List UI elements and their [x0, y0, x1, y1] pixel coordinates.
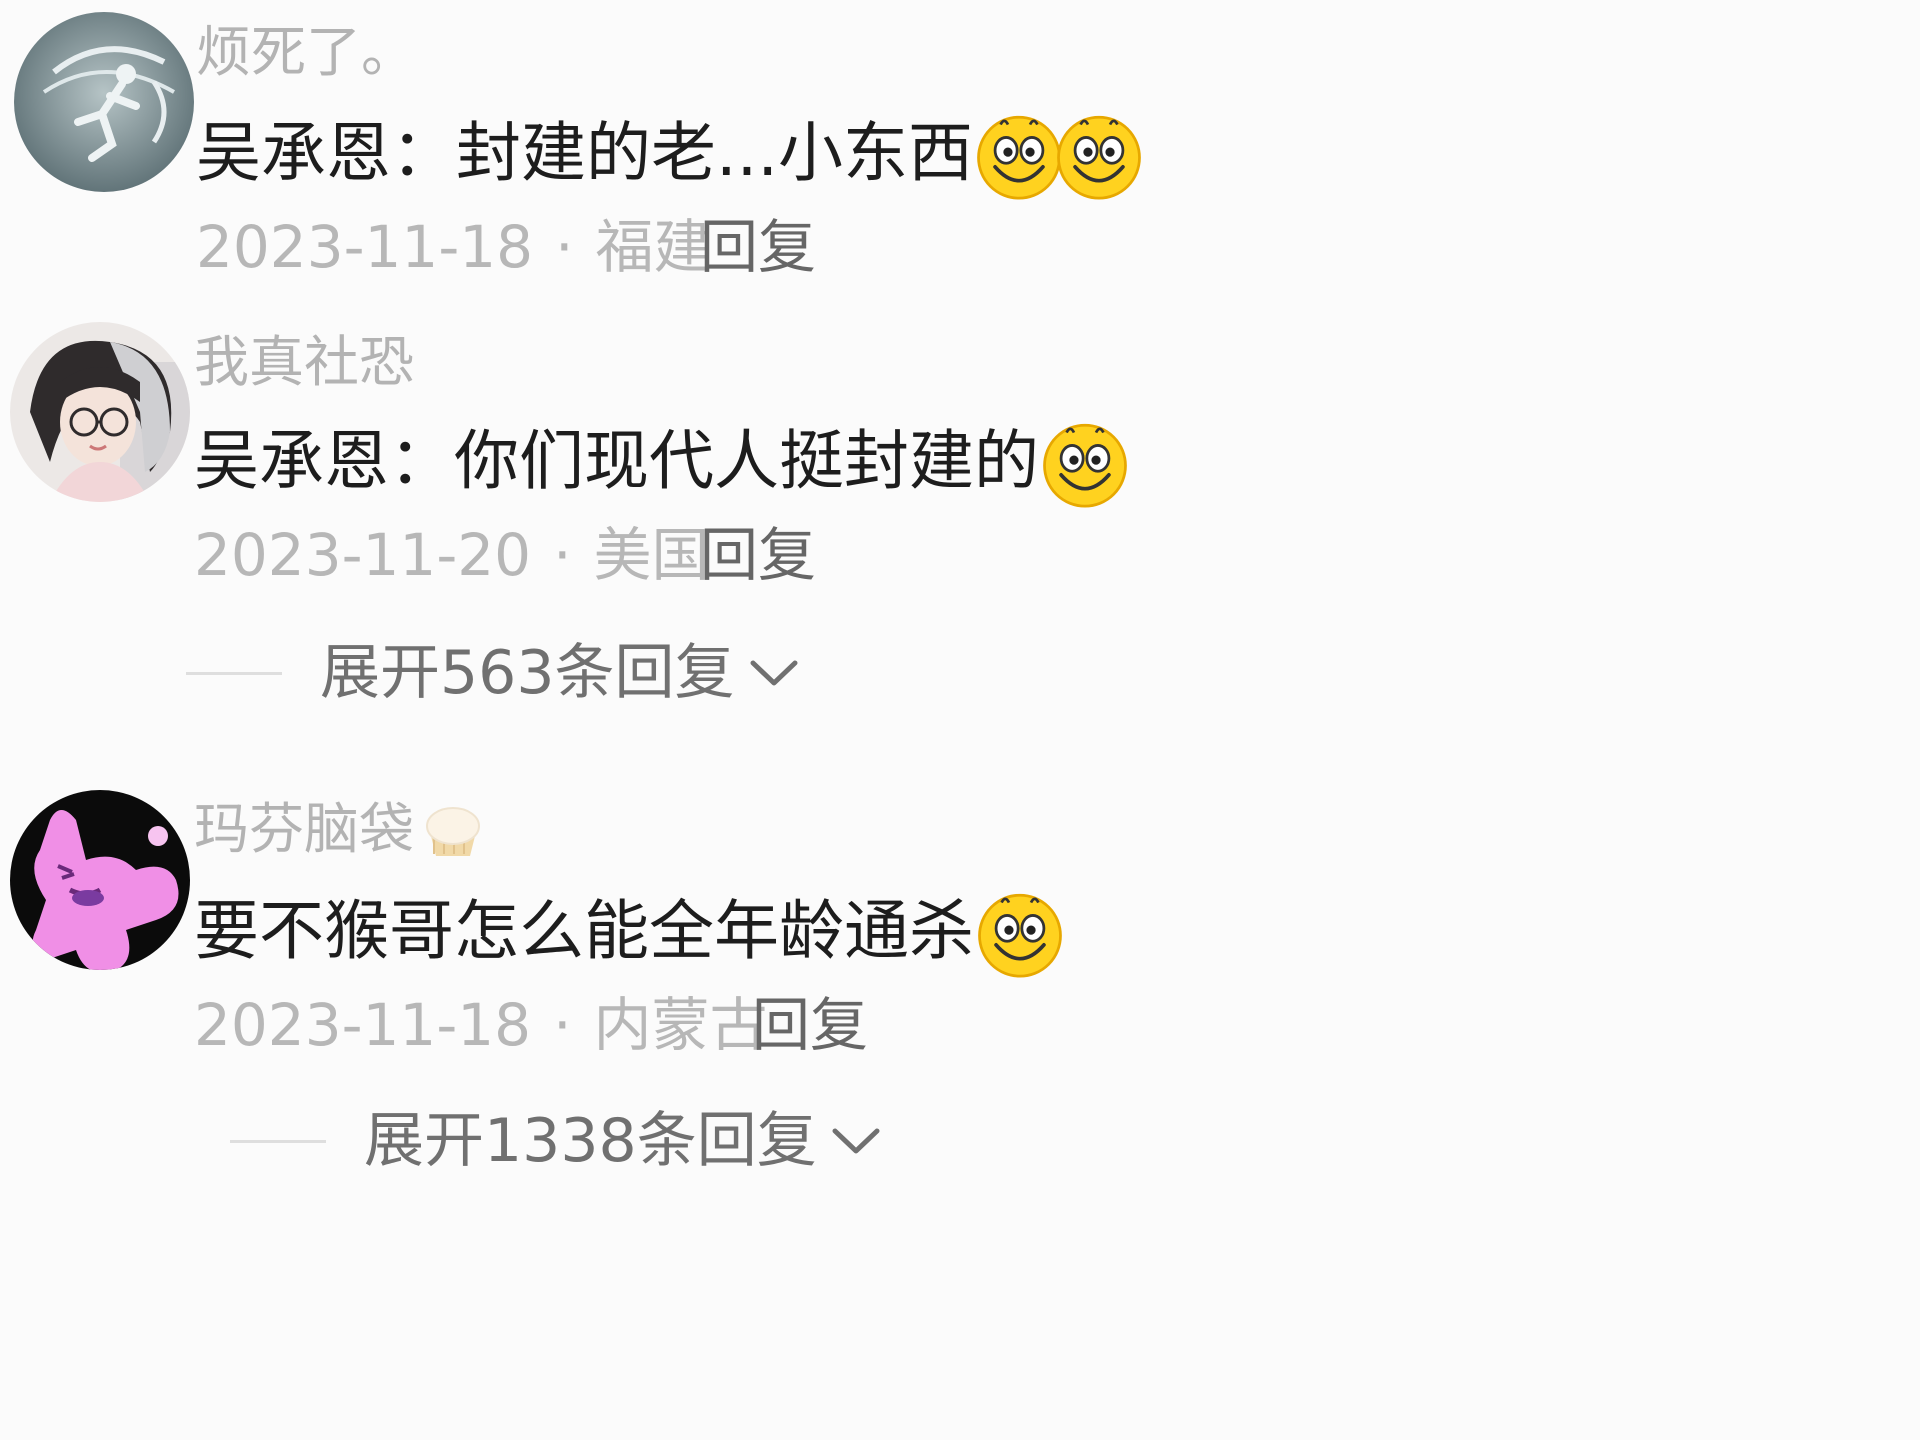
divider-line: [230, 1139, 326, 1143]
comment-list: 烦死了。 吴承恩：封建的老...小东西 2023-11-18 · 福建 回复 我…: [0, 0, 1920, 1440]
expand-replies-button[interactable]: 展开1338条回复: [230, 1106, 883, 1176]
comment-location: 内蒙古: [593, 991, 768, 1059]
avatar[interactable]: [14, 12, 194, 192]
separator: ·: [553, 521, 572, 589]
username[interactable]: 玛芬脑袋: [194, 796, 486, 862]
smiling-face-icon: [1039, 416, 1131, 508]
smiling-face-icon: [974, 886, 1066, 978]
reply-button[interactable]: 回复: [752, 992, 868, 1058]
expand-replies-button[interactable]: 展开563条回复: [186, 638, 801, 708]
comment-text-body: 吴承恩：你们现代人挺封建的: [194, 424, 1040, 499]
reply-button[interactable]: 回复: [700, 214, 816, 280]
separator: ·: [555, 213, 574, 281]
expand-replies-label: 展开1338条回复: [364, 1106, 817, 1176]
comment-location: 福建: [595, 213, 712, 281]
chevron-down-icon: [832, 1128, 880, 1154]
username-text: 玛芬脑袋: [194, 797, 415, 861]
pink-rabbit-avatar-icon: [10, 790, 190, 970]
comment-meta: 2023-11-20 · 美国: [194, 522, 710, 588]
chevron-down-icon: [750, 660, 798, 686]
comment-text-body: 要不猴哥怎么能全年龄通杀: [194, 894, 975, 969]
reply-button[interactable]: 回复: [700, 522, 816, 588]
comment-date: 2023-11-20: [194, 521, 532, 589]
muffin-icon: [426, 807, 481, 856]
avatar[interactable]: [10, 322, 190, 502]
divider-line: [186, 671, 282, 675]
comment-text: 要不猴哥怎么能全年龄通杀: [194, 886, 1066, 978]
sprinter-avatar-icon: [14, 12, 194, 192]
comment-location: 美国: [593, 521, 710, 589]
comment-meta: 2023-11-18 · 福建: [196, 214, 712, 280]
avatar[interactable]: [10, 790, 190, 970]
comment-text: 吴承恩：你们现代人挺封建的: [194, 416, 1131, 508]
comment-date: 2023-11-18: [194, 991, 532, 1059]
username[interactable]: 我真社恐: [194, 330, 414, 394]
comment-date: 2023-11-18: [196, 213, 534, 281]
smiling-face-icon: [973, 108, 1065, 200]
comment-text: 吴承恩：封建的老...小东西: [196, 108, 1145, 200]
expand-replies-label: 展开563条回复: [320, 638, 735, 708]
comment-text-body: 吴承恩：封建的老...小东西: [196, 116, 973, 191]
girl-avatar-icon: [10, 322, 190, 502]
comment-meta: 2023-11-18 · 内蒙古: [194, 992, 768, 1058]
separator: ·: [553, 991, 572, 1059]
smiling-face-icon: [1053, 108, 1145, 200]
username[interactable]: 烦死了。: [196, 20, 416, 84]
